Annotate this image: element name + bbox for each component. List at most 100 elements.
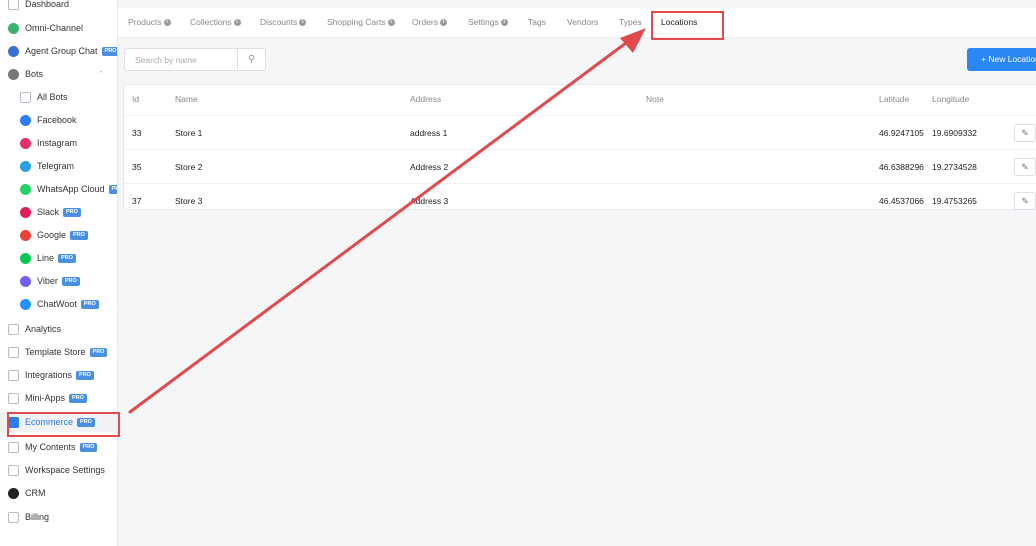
tab-collections[interactable]: Collections i <box>190 8 241 38</box>
tab-types[interactable]: Types <box>619 8 642 38</box>
cell-longitude: 19.4753265 <box>932 196 977 206</box>
tab-vendors[interactable]: Vendors <box>567 8 598 38</box>
sidebar-item-label: Workspace Settings <box>25 465 105 475</box>
sidebar-item-label: ChatWoot <box>37 299 77 309</box>
viber-icon <box>20 275 31 287</box>
tab-orders[interactable]: Orders i <box>412 8 447 38</box>
cell-name: Store 3 <box>175 196 203 206</box>
mini-apps-icon <box>8 392 19 404</box>
pro-badge: PRO <box>80 299 99 309</box>
sidebar-item-label: Dashboard <box>25 0 70 9</box>
sidebar-item-label: Slack <box>37 207 60 217</box>
sidebar-item-dashboard[interactable]: Dashboard <box>0 0 117 14</box>
sidebar-item-omni-channel[interactable]: Omni-Channel <box>0 18 117 38</box>
pro-badge: PRO <box>58 253 76 263</box>
tab-label: Settings <box>468 17 499 27</box>
tab-shopping-carts[interactable]: Shopping Carts i <box>327 8 395 38</box>
sidebar-item-google[interactable]: Google PRO <box>0 225 117 245</box>
sidebar-item-analytics[interactable]: Analytics <box>0 319 117 339</box>
info-icon: i <box>299 19 307 27</box>
billing-icon <box>8 511 19 523</box>
sidebar-item-workspace-settings[interactable]: Workspace Settings <box>0 460 117 480</box>
sidebar-item-label: All Bots <box>37 92 68 102</box>
tab-label: Products <box>128 17 162 27</box>
sidebar-item-billing[interactable]: Billing <box>0 507 117 527</box>
table-row[interactable]: 35 Store 2 Address 2 46.6388296 19.2734528 ✎ <box>124 149 1036 183</box>
sidebar-item-label: Facebook <box>37 115 77 125</box>
sidebar-item-facebook[interactable]: Facebook <box>0 110 117 130</box>
cell-address: Address 3 <box>410 196 449 206</box>
sidebar-item-label: Analytics <box>25 324 62 334</box>
cell-latitude: 46.6388296 <box>879 162 924 172</box>
pro-badge: PRO <box>89 347 108 357</box>
new-location-button[interactable]: + New Location <box>967 48 1036 71</box>
tab-label: Shopping Carts <box>327 17 386 27</box>
sidebar-item-label: Template Store <box>25 347 86 357</box>
pro-badge: PRO <box>70 230 88 240</box>
sidebar-item-viber[interactable]: Viber PRO <box>0 271 117 291</box>
info-icon: i <box>163 19 171 27</box>
locations-table: Id Name Address Note Latitude Longitude … <box>123 84 1036 210</box>
sidebar-item-label: Omni-Channel <box>25 23 84 33</box>
chatwoot-icon <box>20 298 31 310</box>
tab-tags[interactable]: Tags <box>528 8 546 38</box>
edit-icon[interactable]: ✎ <box>1014 158 1036 176</box>
search-icon: ⚲ <box>247 54 256 65</box>
sidebar-item-all-bots[interactable]: All Bots <box>0 87 117 107</box>
cell-address: address 1 <box>410 128 448 138</box>
pro-badge: PRO <box>63 207 81 217</box>
tab-discounts[interactable]: Discounts i <box>260 8 307 38</box>
cell-name: Store 2 <box>175 162 203 172</box>
sidebar-item-label: Agent Group Chat <box>25 46 98 56</box>
table-row[interactable]: 33 Store 1 address 1 46.9247105 19.6909332 ✎ <box>124 115 1036 149</box>
pro-badge: PRO <box>79 442 98 452</box>
sidebar-item-crm[interactable]: CRM <box>0 483 117 503</box>
sidebar-item-label: My Contents <box>25 442 76 452</box>
sidebar-item-whatsapp-cloud[interactable]: WhatsApp CloudPRO <box>0 179 117 199</box>
info-icon: i <box>500 19 508 27</box>
cell-id: 35 <box>132 162 142 172</box>
search-button[interactable]: ⚲ <box>237 49 265 70</box>
column-header-id: Id <box>132 94 140 104</box>
sidebar-item-label: Billing <box>25 512 50 522</box>
sidebar-item-line[interactable]: Line PRO <box>0 248 117 268</box>
sidebar-item-label: Google <box>37 230 67 240</box>
info-icon: i <box>233 19 241 27</box>
pro-badge: PRO <box>101 46 117 56</box>
sidebar-item-chatwoot[interactable]: ChatWoot PRO <box>0 294 117 314</box>
sidebar-item-instagram[interactable]: Instagram <box>0 133 117 153</box>
cell-id: 33 <box>132 128 142 138</box>
all-bots-icon <box>20 91 31 103</box>
line-icon <box>20 252 31 264</box>
slack-icon <box>20 206 31 218</box>
cell-latitude: 46.4537066 <box>879 196 924 206</box>
bots-icon <box>8 68 19 80</box>
edit-icon[interactable]: ✎ <box>1014 192 1036 210</box>
sidebar-item-integrations[interactable]: Integrations PRO <box>0 365 117 385</box>
analytics-icon <box>8 323 19 335</box>
tab-settings[interactable]: Settings i <box>468 8 508 38</box>
google-icon <box>20 229 31 241</box>
cell-id: 37 <box>132 196 142 206</box>
table-row[interactable]: 37 Store 3 Address 3 46.4537066 19.4753265 ✎ <box>124 183 1036 217</box>
sidebar-item-my-contents[interactable]: My Contents PRO <box>0 437 117 457</box>
tab-label: Types <box>619 17 642 27</box>
sidebar-item-bots[interactable]: Bots ⌃ <box>0 64 117 84</box>
sidebar-item-label: Instagram <box>37 138 78 148</box>
sidebar-item-agent-group-chat[interactable]: Agent Group Chat PRO <box>0 41 117 61</box>
sidebar-item-label: WhatsApp Cloud <box>37 184 105 194</box>
tab-products[interactable]: Products i <box>128 8 171 38</box>
chevron-up-icon[interactable]: ⌃ <box>98 70 104 78</box>
cell-address: Address 2 <box>410 162 449 172</box>
sidebar-item-template-store[interactable]: Template Store PRO <box>0 342 117 362</box>
sidebar-item-mini-apps[interactable]: Mini-Apps PRO <box>0 388 117 408</box>
sidebar-item-label: Bots <box>25 69 44 79</box>
column-header-name: Name <box>175 94 198 104</box>
info-icon: i <box>387 19 395 27</box>
sidebar-item-telegram[interactable]: Telegram <box>0 156 117 176</box>
tab-label: Discounts <box>260 17 298 27</box>
sidebar-item-slack[interactable]: Slack PRO <box>0 202 117 222</box>
cell-latitude: 46.9247105 <box>879 128 924 138</box>
search-input[interactable] <box>125 49 237 70</box>
edit-icon[interactable]: ✎ <box>1014 124 1036 142</box>
